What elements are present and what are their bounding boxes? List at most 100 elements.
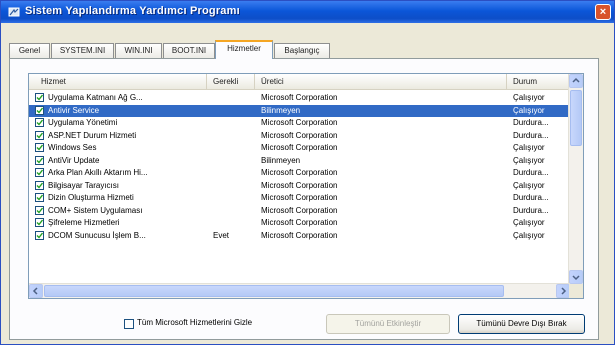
table-row[interactable]: Şifreleme Hizmetleri Microsoft Corporatio… (29, 217, 570, 229)
checkmark-icon (36, 157, 43, 164)
checkmark-icon (36, 107, 43, 114)
service-status: Çalışıyor (513, 105, 545, 115)
tab-services[interactable]: Hizmetler (215, 40, 273, 59)
column-header-status[interactable]: Durum (507, 74, 570, 89)
close-button[interactable]: × (595, 4, 611, 20)
table-row[interactable]: DCOM Sunucusu İşlem B... Evet Microsoft Co… (29, 230, 570, 242)
hide-microsoft-services-label[interactable]: Tüm Microsoft Hizmetlerini Gizle (137, 318, 252, 327)
checkmark-icon (36, 182, 43, 189)
window-title: Sistem Yapılandırma Yardımcı Programı (25, 5, 240, 17)
service-checkbox[interactable] (35, 193, 44, 202)
chevron-left-icon (32, 287, 38, 295)
service-vendor: Microsoft Corporation (261, 168, 338, 177)
checkmark-icon (36, 207, 43, 214)
disable-all-button[interactable]: Tümünü Devre Dışı Bırak (458, 314, 585, 334)
chevron-up-icon (572, 77, 580, 83)
table-row[interactable]: Uygulama Yönetimi Microsoft Corporation Du… (29, 117, 570, 129)
table-row[interactable]: Arka Plan Akıllı Aktarım Hi... Microsoft … (29, 167, 570, 179)
service-name: ASP.NET Durum Hizmeti (48, 130, 137, 140)
table-row[interactable]: Antivir Service Bilinmeyen Çalışıyor (29, 104, 570, 117)
tab-general[interactable]: Genel (9, 43, 50, 58)
service-status: Çalışıyor (513, 218, 545, 227)
service-checkbox[interactable] (35, 180, 44, 190)
service-checkbox[interactable] (35, 218, 44, 227)
column-header-essential[interactable]: Gerekli (207, 74, 255, 89)
scroll-thumb[interactable] (570, 90, 582, 146)
scroll-down-button[interactable] (569, 270, 583, 284)
checkmark-icon (36, 169, 43, 176)
services-list[interactable]: Hizmet Gerekli Üretici Durum Uygulama Ka… (28, 73, 584, 299)
config-app-icon (8, 7, 20, 17)
tab-system-ini[interactable]: SYSTEM.INI (51, 43, 114, 58)
service-checkbox[interactable] (35, 93, 44, 102)
table-row[interactable]: Uygulama Katmanı Ağ G... Microsoft Corpor… (29, 92, 570, 104)
service-vendor: Bilinmeyen (261, 155, 301, 165)
service-vendor: Microsoft Corporation (261, 130, 338, 140)
config-window: Sistem Yapılandırma Yardımcı Programı × … (0, 0, 615, 345)
title-bar[interactable]: Sistem Yapılandırma Yardımcı Programı × (1, 1, 614, 23)
service-checkbox[interactable] (35, 155, 44, 165)
service-status: Durdura... (513, 168, 549, 177)
service-status: Durdura... (513, 193, 549, 202)
checkmark-icon (36, 144, 43, 151)
service-name: COM+ Sistem Uygulaması (48, 205, 143, 215)
table-row[interactable]: ASP.NET Durum Hizmeti Microsoft Corporati… (29, 130, 570, 142)
service-vendor: Microsoft Corporation (261, 205, 338, 215)
service-essential: Evet (213, 230, 230, 240)
column-header-service[interactable]: Hizmet (29, 74, 207, 89)
service-status: Çalışıyor (513, 155, 545, 165)
table-row[interactable]: Windows Ses Microsoft Corporation Çalışıyo… (29, 142, 570, 154)
service-checkbox[interactable] (35, 230, 44, 240)
service-name: Windows Ses (48, 143, 97, 152)
service-name: Uygulama Yönetimi (48, 118, 118, 127)
checkmark-icon (36, 94, 43, 101)
enable-all-button[interactable]: Tümünü Etkinleştir (326, 314, 450, 334)
chevron-down-icon (572, 275, 580, 281)
horizontal-scrollbar[interactable] (29, 283, 570, 298)
table-row[interactable]: AntiVir Update Bilinmeyen Çalışıyor (29, 155, 570, 167)
close-icon: × (599, 6, 607, 18)
service-checkbox[interactable] (35, 118, 44, 127)
service-checkbox[interactable] (35, 105, 44, 115)
column-header-vendor[interactable]: Üretici (255, 74, 507, 89)
service-name: DCOM Sunucusu İşlem B... (48, 230, 146, 240)
scroll-left-button[interactable] (29, 284, 43, 298)
service-name: Şifreleme Hizmetleri (48, 218, 120, 227)
service-checkbox[interactable] (35, 205, 44, 215)
service-status: Çalışıyor (513, 230, 545, 240)
table-row[interactable]: Bilgisayar Tarayıcısı Microsoft Corporati… (29, 180, 570, 192)
table-row[interactable]: Dizin Oluşturma Hizmeti Microsoft Corpora… (29, 192, 570, 204)
service-status: Çalışıyor (513, 93, 545, 102)
scroll-up-button[interactable] (569, 74, 583, 88)
service-checkbox[interactable] (35, 130, 44, 140)
table-row[interactable]: COM+ Sistem Uygulaması Microsoft Corporat… (29, 205, 570, 217)
service-vendor: Microsoft Corporation (261, 118, 338, 127)
service-vendor: Microsoft Corporation (261, 230, 338, 240)
service-status: Durdura... (513, 130, 549, 140)
tab-startup[interactable]: Başlangıç (274, 43, 330, 58)
checkmark-icon (36, 232, 43, 239)
service-vendor: Microsoft Corporation (261, 218, 338, 227)
service-name: Antivir Service (48, 105, 100, 115)
checkmark-icon (36, 194, 43, 201)
hide-microsoft-services-checkbox[interactable] (124, 319, 134, 329)
service-name: Uygulama Katmanı Ağ G... (48, 93, 143, 102)
service-checkbox[interactable] (35, 168, 44, 177)
service-vendor: Microsoft Corporation (261, 193, 338, 202)
horizontal-scroll-thumb[interactable] (44, 285, 504, 297)
service-status: Durdura... (513, 118, 549, 127)
tab-boot-ini[interactable]: BOOT.INI (163, 43, 215, 58)
service-vendor: Microsoft Corporation (261, 93, 338, 102)
service-name: Dizin Oluşturma Hizmeti (48, 193, 134, 202)
chevron-right-icon (561, 287, 567, 295)
tab-win-ini[interactable]: WIN.INI (115, 43, 162, 58)
checkmark-icon (36, 132, 43, 139)
service-vendor: Microsoft Corporation (261, 180, 338, 190)
service-vendor: Microsoft Corporation (261, 143, 338, 152)
service-checkbox[interactable] (35, 143, 44, 152)
service-status: Durdura... (513, 205, 549, 215)
service-name: Arka Plan Akıllı Aktarım Hi... (48, 168, 148, 177)
vertical-scrollbar[interactable] (568, 74, 583, 284)
checkmark-icon (36, 219, 43, 226)
scroll-right-button[interactable] (556, 284, 570, 298)
